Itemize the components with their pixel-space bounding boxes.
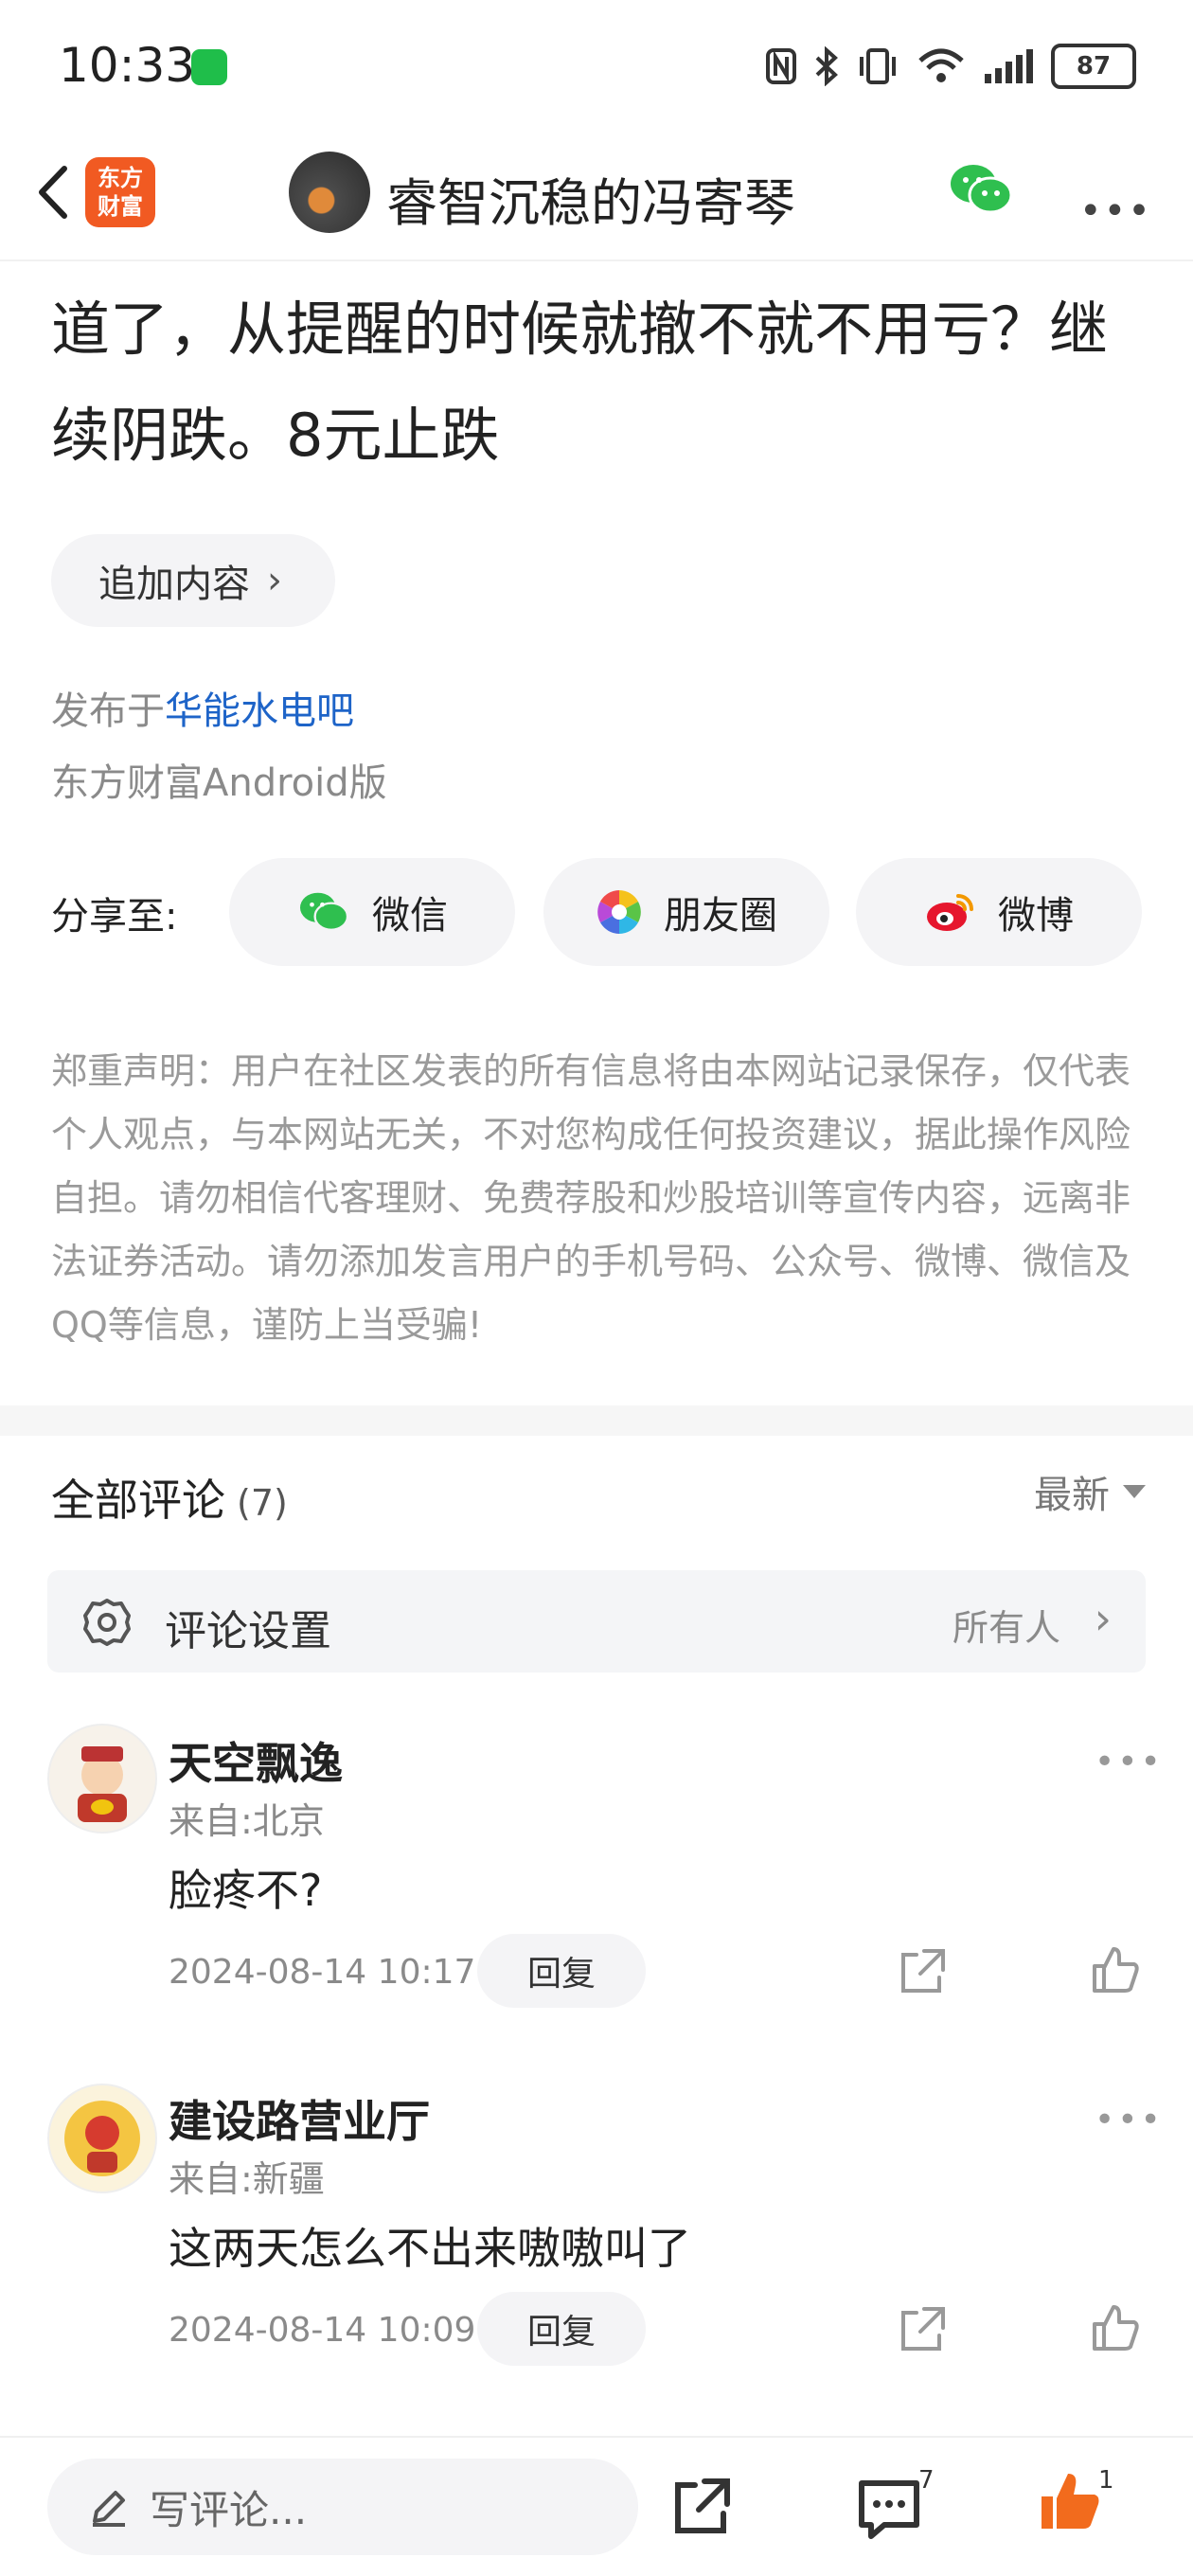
section-divider bbox=[0, 1405, 1193, 1436]
share-label: 分享至: bbox=[51, 895, 178, 939]
comment-more-icon[interactable]: ••• bbox=[1095, 2101, 1164, 2139]
share-icon[interactable] bbox=[668, 2474, 735, 2540]
thumbs-up-icon[interactable] bbox=[1089, 2301, 1142, 2354]
settings-value: 所有人 bbox=[952, 1607, 1060, 1649]
sort-dropdown[interactable]: 最新 bbox=[1034, 1464, 1146, 1519]
app-logo[interactable]: 东方 财富 bbox=[85, 157, 155, 227]
thumbs-up-icon[interactable] bbox=[1089, 1943, 1142, 1996]
share-moments-button[interactable]: 朋友圈 bbox=[543, 858, 829, 966]
comment-icon[interactable] bbox=[856, 2476, 922, 2542]
share-out-icon[interactable] bbox=[896, 1945, 949, 1998]
settings-label: 评论设置 bbox=[165, 1607, 331, 1655]
bluetooth-icon bbox=[815, 46, 838, 86]
share-weibo-button[interactable]: 微博 bbox=[856, 858, 1142, 966]
like-count-badge: 1 bbox=[1098, 2466, 1114, 2495]
sort-label: 最新 bbox=[1034, 1474, 1110, 1517]
share-wechat-label: 微信 bbox=[372, 894, 448, 938]
comments-count: (7) bbox=[237, 1482, 288, 1524]
caret-down-icon bbox=[1123, 1485, 1146, 1498]
author-avatar[interactable] bbox=[289, 152, 370, 233]
published-in: 发布于华能水电吧 bbox=[51, 680, 354, 735]
append-content-button[interactable]: 追加内容 › bbox=[51, 534, 335, 627]
published-prefix: 发布于 bbox=[51, 689, 165, 733]
write-comment-placeholder: 写评论... bbox=[150, 2486, 308, 2533]
wechat-share-icon[interactable] bbox=[947, 159, 1015, 220]
commenter-name[interactable]: 天空飘逸 bbox=[169, 1729, 343, 1792]
post-body: 道了，从提醒的时候就撤不就不用亏？继续阴跌。8元止跌 bbox=[51, 295, 1109, 470]
reply-button[interactable]: 回复 bbox=[477, 1934, 646, 2008]
comment-more-icon[interactable]: ••• bbox=[1095, 1743, 1164, 1781]
comment-date: 2024-08-14 10:09 bbox=[169, 2311, 476, 2350]
wifi-icon bbox=[918, 48, 964, 82]
disclaimer-text: 郑重声明：用户在社区发表的所有信息将由本网站记录保存，仅代表个人观点，与本网站无… bbox=[51, 1050, 1131, 1346]
vibrate-icon bbox=[860, 48, 896, 84]
comment-date: 2024-08-14 10:17 bbox=[169, 1953, 476, 1992]
author-name[interactable]: 睿智沉稳的冯寄琴 bbox=[386, 161, 795, 236]
battery-indicator: 87 bbox=[1051, 44, 1136, 89]
comments-heading: 全部评论 (7) bbox=[51, 1466, 288, 1529]
status-icons: 87 bbox=[765, 44, 1136, 89]
moments-icon bbox=[597, 890, 641, 934]
comment-count-badge: 7 bbox=[918, 2466, 935, 2495]
nfc-icon bbox=[766, 48, 796, 84]
write-comment-input[interactable]: 写评论... bbox=[47, 2459, 638, 2555]
wechat-icon bbox=[300, 892, 349, 931]
comment-text: 这两天怎么不出来嗷嗷叫了 bbox=[169, 2223, 691, 2274]
comment-settings-row[interactable]: 评论设置 所有人 › bbox=[47, 1570, 1146, 1673]
commenter-location: 来自:新疆 bbox=[169, 2158, 325, 2200]
wechat-notification-icon bbox=[191, 49, 227, 85]
like-icon[interactable] bbox=[1038, 2468, 1104, 2534]
commenter-avatar[interactable] bbox=[47, 2084, 157, 2193]
gear-icon bbox=[83, 1599, 131, 1646]
header-divider bbox=[0, 259, 1193, 261]
status-time: 10:33 bbox=[59, 38, 196, 93]
chevron-right-icon: › bbox=[1094, 1593, 1112, 1644]
signal-icon bbox=[985, 49, 1033, 83]
comments-title: 全部评论 bbox=[51, 1475, 225, 1526]
chevron-right-icon: › bbox=[267, 559, 282, 602]
commenter-name[interactable]: 建设路营业厅 bbox=[169, 2087, 430, 2150]
share-out-icon[interactable] bbox=[896, 2303, 949, 2356]
append-content-label: 追加内容 bbox=[98, 563, 250, 606]
commenter-location: 来自:北京 bbox=[169, 1800, 325, 1842]
weibo-icon bbox=[927, 894, 973, 931]
reply-button[interactable]: 回复 bbox=[477, 2292, 646, 2366]
share-moments-label: 朋友圈 bbox=[664, 894, 777, 938]
bar-link[interactable]: 华能水电吧 bbox=[165, 689, 354, 733]
more-options-icon[interactable]: ••• bbox=[1079, 189, 1152, 233]
bottom-divider bbox=[0, 2436, 1193, 2438]
back-arrow-icon[interactable] bbox=[23, 159, 89, 225]
pencil-icon bbox=[93, 2491, 125, 2527]
commenter-avatar[interactable] bbox=[47, 1724, 157, 1834]
comment-text: 脸疼不? bbox=[169, 1865, 323, 1916]
share-wechat-button[interactable]: 微信 bbox=[229, 858, 515, 966]
client-version: 东方财富Android版 bbox=[51, 761, 387, 805]
share-weibo-label: 微博 bbox=[998, 894, 1074, 938]
